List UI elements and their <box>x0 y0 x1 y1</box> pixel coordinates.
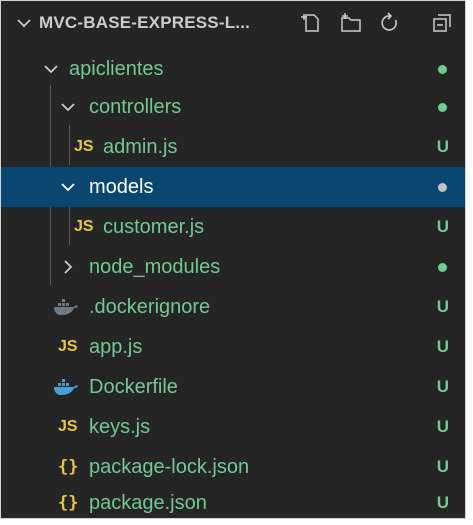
tree-item-controllers[interactable]: controllers <box>1 87 465 127</box>
untracked-badge: U <box>436 457 449 476</box>
chevron-down-icon <box>61 183 75 192</box>
collapse-all-button[interactable] <box>429 10 455 36</box>
file-label: .dockerignore <box>89 296 211 318</box>
chevron-right-icon <box>64 260 73 274</box>
folder-label: models <box>89 176 154 198</box>
json-file-icon: {} <box>58 457 79 477</box>
modified-dot <box>438 65 447 74</box>
untracked-badge: U <box>436 493 449 512</box>
docker-icon <box>53 377 79 397</box>
explorer-panel: MVC-BASE-EXPRESS-L... apiclientes contro… <box>0 0 466 519</box>
tree-item-models[interactable]: models <box>1 167 465 207</box>
refresh-icon <box>381 12 397 31</box>
tree-item-dockerignore[interactable]: .dockerignore U <box>1 287 465 327</box>
refresh-button[interactable] <box>377 10 403 36</box>
collapse-all-icon <box>433 14 451 32</box>
file-label: keys.js <box>89 416 151 438</box>
chevron-down-icon <box>61 103 75 112</box>
tree-item-node-modules[interactable]: node_modules <box>1 247 465 287</box>
new-file-icon <box>301 14 319 32</box>
untracked-badge: U <box>436 377 449 396</box>
untracked-badge: U <box>436 217 449 236</box>
chevron-down-icon <box>44 65 58 74</box>
js-file-icon: JS <box>74 138 94 155</box>
new-file-button[interactable] <box>299 10 325 36</box>
tree-item-dockerfile[interactable]: Dockerfile U <box>1 367 465 407</box>
modified-dot <box>438 183 447 192</box>
untracked-badge: U <box>436 137 449 156</box>
file-label: app.js <box>89 336 143 358</box>
new-folder-icon <box>341 13 361 32</box>
tree-item-package-json[interactable]: {} package.json U <box>1 483 465 518</box>
folder-label: controllers <box>89 96 182 118</box>
json-file-icon: {} <box>58 493 79 513</box>
file-label: Dockerfile <box>89 376 178 398</box>
js-file-icon: JS <box>58 418 78 435</box>
file-label: customer.js <box>103 216 205 238</box>
untracked-badge: U <box>436 417 449 436</box>
tree-item-keys-js[interactable]: JS keys.js U <box>1 407 465 447</box>
modified-dot <box>438 263 447 272</box>
folder-label: apiclientes <box>69 58 164 80</box>
new-folder-button[interactable] <box>338 10 364 36</box>
file-label: package.json <box>89 492 207 514</box>
tree-item-admin-js[interactable]: JS admin.js U <box>1 127 465 167</box>
docker-icon <box>53 297 79 317</box>
file-label: admin.js <box>103 136 178 158</box>
chevron-down-icon[interactable] <box>15 14 33 32</box>
folder-label: node_modules <box>89 256 221 278</box>
explorer-header[interactable]: MVC-BASE-EXPRESS-L... <box>1 1 465 45</box>
file-label: package-lock.json <box>89 456 250 478</box>
js-file-icon: JS <box>74 218 94 235</box>
untracked-badge: U <box>436 337 449 356</box>
tree-item-apiclientes[interactable]: apiclientes <box>1 49 465 89</box>
tree-item-package-lock-json[interactable]: {} package-lock.json U <box>1 447 465 487</box>
untracked-badge: U <box>436 297 449 316</box>
tree-item-customer-js[interactable]: JS customer.js U <box>1 207 465 247</box>
workspace-title: MVC-BASE-EXPRESS-L... <box>39 13 251 32</box>
js-file-icon: JS <box>58 338 78 355</box>
modified-dot <box>438 103 447 112</box>
tree-item-app-js[interactable]: JS app.js U <box>1 327 465 367</box>
